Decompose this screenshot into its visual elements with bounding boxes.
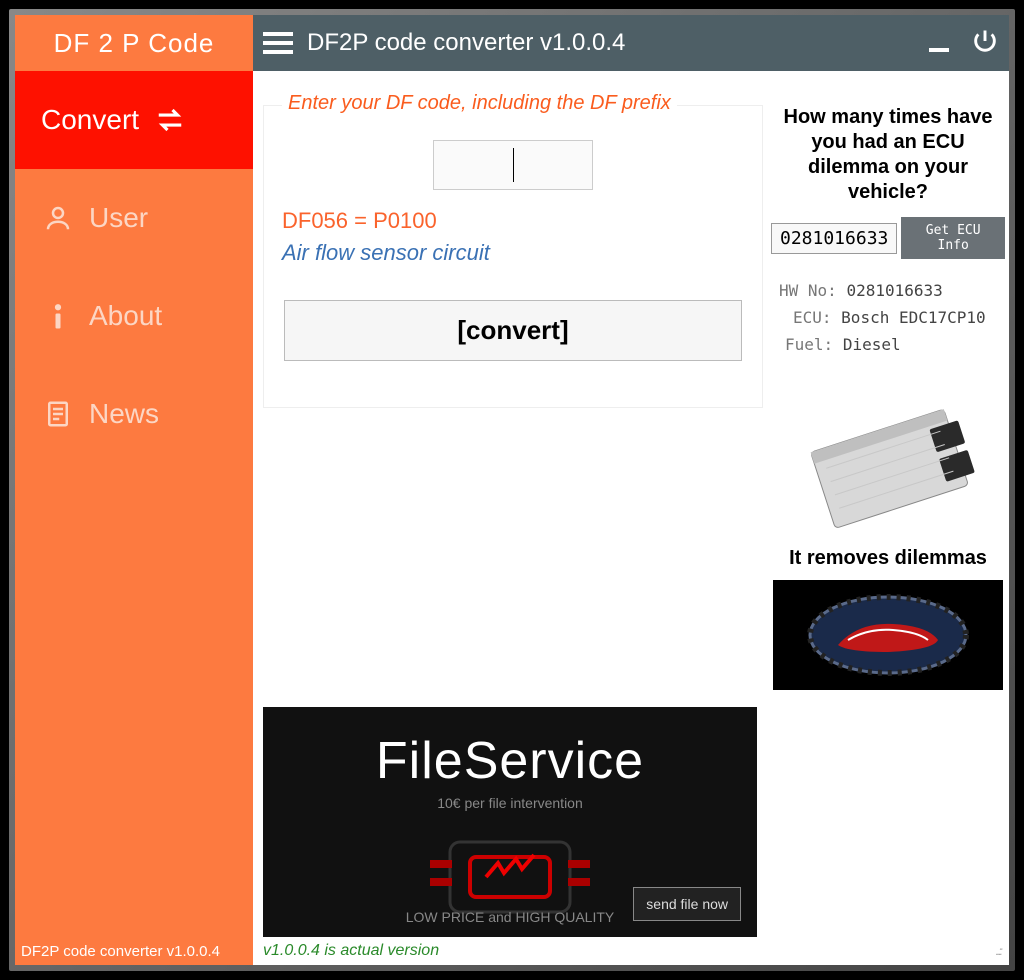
nav-label: News	[89, 398, 159, 430]
brand-label: DF 2 P Code	[54, 28, 215, 59]
ecu-number-input[interactable]: 0281016633	[771, 223, 897, 254]
converter-column: Enter your DF code, including the DF pre…	[257, 105, 763, 937]
title-controls	[929, 27, 999, 60]
minimize-button[interactable]	[929, 34, 949, 52]
resize-grip-icon[interactable]: ..::	[996, 944, 1001, 958]
fuel-label: Fuel:	[785, 335, 833, 354]
sidebar: Convert User	[15, 71, 253, 937]
ecu-value: Bosch EDC17CP10	[841, 308, 986, 327]
ecu-image	[788, 389, 988, 539]
body: Convert User	[15, 71, 1009, 937]
banner-sub1: 10€ per file intervention	[437, 795, 583, 811]
fuel-value: Diesel	[843, 335, 901, 354]
car-logo-banner[interactable]	[773, 580, 1003, 690]
ecu-tagline: It removes dilemmas	[771, 547, 1005, 570]
nav-convert[interactable]: Convert	[15, 71, 253, 169]
main-panel: Enter your DF code, including the DF pre…	[253, 71, 1009, 937]
nav-label: Convert	[41, 104, 139, 136]
nav-label: About	[89, 300, 162, 332]
send-file-button[interactable]: send file now	[633, 887, 741, 921]
nav-news[interactable]: News	[15, 365, 253, 463]
swap-icon	[153, 105, 187, 135]
footer-app-name: DF2P code converter v1.0.0.4	[15, 937, 253, 965]
power-button[interactable]	[971, 27, 999, 60]
nav-label: User	[89, 202, 148, 234]
get-ecu-info-button[interactable]: Get ECU Info	[901, 217, 1005, 259]
ecu-label: ECU:	[793, 308, 832, 327]
nav-user[interactable]: User	[15, 169, 253, 267]
app-frame: DF 2 P Code DF2P code converter v1.0.0.4…	[9, 9, 1015, 971]
hw-value: 0281016633	[846, 281, 942, 300]
banner-sub2: LOW PRICE and HIGH QUALITY	[406, 909, 615, 925]
app-window: DF 2 P Code DF2P code converter v1.0.0.4…	[15, 15, 1009, 965]
fileservice-banner[interactable]: FileService 10€ per file intervention	[263, 707, 757, 937]
doc-icon	[41, 399, 75, 429]
hw-label: HW No:	[779, 281, 837, 300]
input-fieldset: Enter your DF code, including the DF pre…	[263, 105, 763, 408]
hamburger-icon[interactable]	[263, 32, 293, 54]
code-description: Air flow sensor circuit	[278, 240, 748, 266]
df-code-input[interactable]	[433, 140, 593, 190]
ecu-question: How many times have you had an ECU dilem…	[771, 105, 1005, 217]
convert-button[interactable]: [convert]	[284, 300, 742, 361]
ecu-column: How many times have you had an ECU dilem…	[771, 105, 1005, 937]
title-main: DF2P code converter v1.0.0.4	[253, 15, 1009, 71]
user-icon	[41, 203, 75, 233]
brand-box: DF 2 P Code	[15, 15, 253, 71]
banner-title: FileService	[376, 731, 644, 791]
footer-version-status: v1.0.0.4 is actual version	[263, 942, 439, 960]
statusbar: DF2P code converter v1.0.0.4 v1.0.0.4 is…	[15, 937, 1009, 965]
ecu-specs: HW No: 0281016633 ECU: Bosch EDC17CP10 F…	[771, 277, 1005, 359]
code-result: DF056 = P0100	[278, 208, 748, 234]
nav-about[interactable]: About	[15, 267, 253, 365]
titlebar: DF 2 P Code DF2P code converter v1.0.0.4	[15, 15, 1009, 71]
input-legend: Enter your DF code, including the DF pre…	[282, 92, 677, 115]
info-icon	[41, 301, 75, 331]
app-title: DF2P code converter v1.0.0.4	[307, 29, 915, 57]
